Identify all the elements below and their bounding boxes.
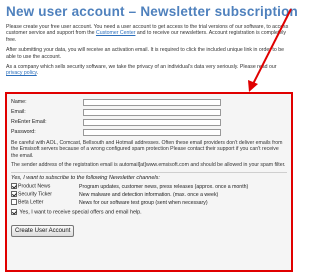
password-input[interactable] — [83, 128, 221, 136]
channel-cell: Beta Letter — [11, 199, 79, 207]
arrow-head — [248, 80, 258, 92]
fields-table: Name: Email: ReEnter Email: Password: — [11, 97, 287, 137]
channel-row-beta-letter: Beta Letter News for our software test g… — [11, 199, 287, 207]
product-news-description: Program updates, customer news, press re… — [79, 183, 249, 190]
field-row-reenter-email: ReEnter Email: — [11, 117, 287, 127]
field-row-name: Name: — [11, 97, 287, 107]
channel-cell: Product News — [11, 183, 79, 191]
special-offers-row: Yes, I want to receive special offers an… — [11, 208, 287, 216]
special-offers-label: Yes, I want to receive special offers an… — [19, 209, 142, 216]
security-ticker-checkbox[interactable] — [11, 191, 17, 198]
intro-paragraph-3: As a company which sells security softwa… — [6, 64, 292, 77]
newsletter-channels: Product News Program updates, customer n… — [11, 183, 287, 207]
privacy-policy-link[interactable]: privacy policy — [6, 70, 37, 76]
intro-text: . — [36, 70, 39, 77]
reenter-email-label: ReEnter Email: — [11, 119, 47, 125]
email-input[interactable] — [83, 108, 221, 116]
intro-text: As a company which sells security softwa… — [6, 64, 277, 71]
intro-paragraph-1: Please create your free user account. Yo… — [6, 24, 292, 43]
registration-form: Name: Email: ReEnter Email: Password: Be… — [5, 92, 293, 272]
reenter-email-input[interactable] — [83, 118, 221, 126]
password-label: Password: — [11, 129, 36, 135]
name-input[interactable] — [83, 98, 221, 106]
channel-cell: Security Ticker — [11, 191, 79, 199]
special-offers-checkbox[interactable] — [11, 208, 17, 215]
name-label: Name: — [11, 99, 27, 105]
beta-letter-description: News for our software test group (sent w… — [79, 199, 208, 206]
page-title: New user account – Newsletter subscripti… — [6, 4, 298, 19]
sender-address-note: The sender address of the registration e… — [11, 162, 286, 169]
security-ticker-label: Security Ticker — [18, 191, 53, 198]
beta-letter-label: Beta Letter — [18, 199, 44, 206]
page: New user account – Newsletter subscripti… — [0, 0, 300, 278]
field-row-password: Password: — [11, 127, 287, 137]
security-ticker-description: New malware and detection information. (… — [79, 191, 219, 198]
channel-row-product-news: Product News Program updates, customer n… — [11, 183, 287, 191]
intro-paragraph-2: After submitting your data, you will rec… — [6, 47, 284, 60]
newsletter-channels-title: Yes, I want to subscribe to the followin… — [11, 174, 160, 181]
channel-row-security-ticker: Security Ticker New malware and detectio… — [11, 191, 287, 199]
product-news-label: Product News — [18, 183, 51, 190]
create-user-account-button[interactable]: Create User Account — [11, 225, 75, 238]
customer-center-link[interactable]: Customer Center — [96, 30, 136, 36]
field-row-email: Email: — [11, 107, 287, 117]
email-label: Email: — [11, 109, 26, 115]
beta-letter-checkbox[interactable] — [11, 199, 17, 206]
divider — [11, 171, 287, 173]
email-provider-warning: Be careful with AOL, Comcast, Bellsouth … — [11, 140, 283, 159]
product-news-checkbox[interactable] — [11, 183, 17, 190]
